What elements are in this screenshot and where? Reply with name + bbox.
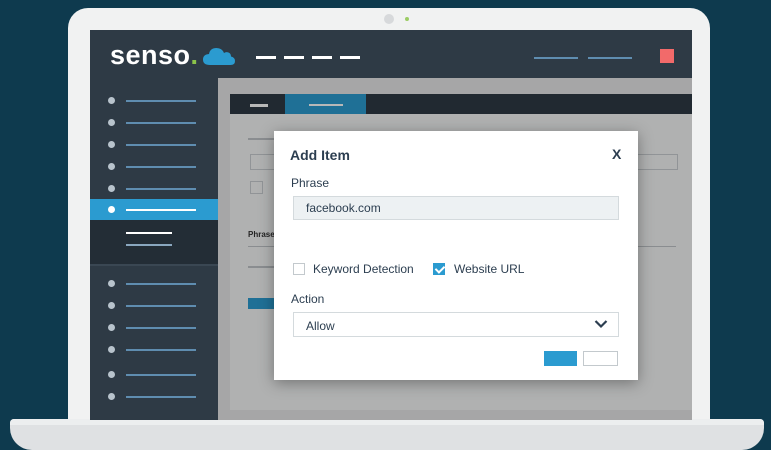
sidebar-item-5[interactable]	[90, 178, 218, 200]
subnav-item-2[interactable]	[126, 244, 172, 246]
dialog-title: Add Item	[290, 147, 350, 163]
bullet-icon	[108, 393, 115, 400]
cloud-icon	[203, 48, 235, 65]
cancel-button[interactable]	[583, 351, 618, 366]
brand-name: senso	[110, 40, 191, 70]
nav-item-1[interactable]	[256, 56, 276, 59]
add-item-dialog: Add Item X Phrase Keyword Detection Webs…	[274, 131, 638, 380]
bullet-icon	[108, 141, 115, 148]
webcam-led	[405, 17, 409, 21]
nav-item-3[interactable]	[312, 56, 332, 59]
subnav-item-1[interactable]	[126, 232, 172, 234]
brand-dot: .	[190, 40, 199, 70]
sidebar-item-4[interactable]	[90, 156, 218, 178]
bullet-icon	[108, 302, 115, 309]
sidebar-item-10[interactable]	[90, 339, 218, 361]
header-link-1[interactable]	[534, 57, 578, 59]
bullet-icon	[108, 371, 115, 378]
app-header: senso.	[90, 30, 692, 78]
sidebar-item-3[interactable]	[90, 134, 218, 156]
webcam	[384, 14, 394, 24]
nav-item-2[interactable]	[284, 56, 304, 59]
sidebar-item-12[interactable]	[90, 386, 218, 408]
action-select[interactable]: Allow	[293, 312, 619, 337]
sidebar-item-1[interactable]	[90, 90, 218, 112]
header-link-2[interactable]	[588, 57, 632, 59]
action-label: Action	[291, 292, 325, 306]
sidebar	[90, 78, 218, 420]
save-button[interactable]	[544, 351, 577, 366]
phrase-label: Phrase	[291, 176, 330, 190]
sidebar-item-8[interactable]	[90, 295, 218, 317]
brand-logo[interactable]: senso.	[110, 40, 199, 71]
stop-button[interactable]	[660, 49, 674, 63]
sidebar-divider	[90, 264, 218, 266]
bullet-icon	[108, 185, 115, 192]
chevron-down-icon	[594, 320, 608, 329]
website-url-checkbox[interactable]	[433, 263, 445, 275]
sidebar-item-active[interactable]	[90, 199, 218, 221]
keyword-detection-checkbox[interactable]	[293, 263, 305, 275]
action-selected-value: Allow	[306, 319, 335, 333]
sidebar-subnav	[90, 220, 218, 264]
bullet-icon	[108, 206, 115, 213]
website-url-label: Website URL	[454, 262, 525, 276]
bullet-icon	[108, 324, 115, 331]
sidebar-item-7[interactable]	[90, 273, 218, 295]
keyword-detection-label: Keyword Detection	[313, 262, 414, 276]
sidebar-item-2[interactable]	[90, 112, 218, 134]
sidebar-item-11[interactable]	[90, 364, 218, 386]
sidebar-item-9[interactable]	[90, 317, 218, 339]
bullet-icon	[108, 163, 115, 170]
bullet-icon	[108, 346, 115, 353]
close-button[interactable]: X	[612, 146, 621, 162]
nav-item-4[interactable]	[340, 56, 360, 59]
bullet-icon	[108, 119, 115, 126]
phrase-input[interactable]	[293, 196, 619, 220]
bullet-icon	[108, 97, 115, 104]
bullet-icon	[108, 280, 115, 287]
